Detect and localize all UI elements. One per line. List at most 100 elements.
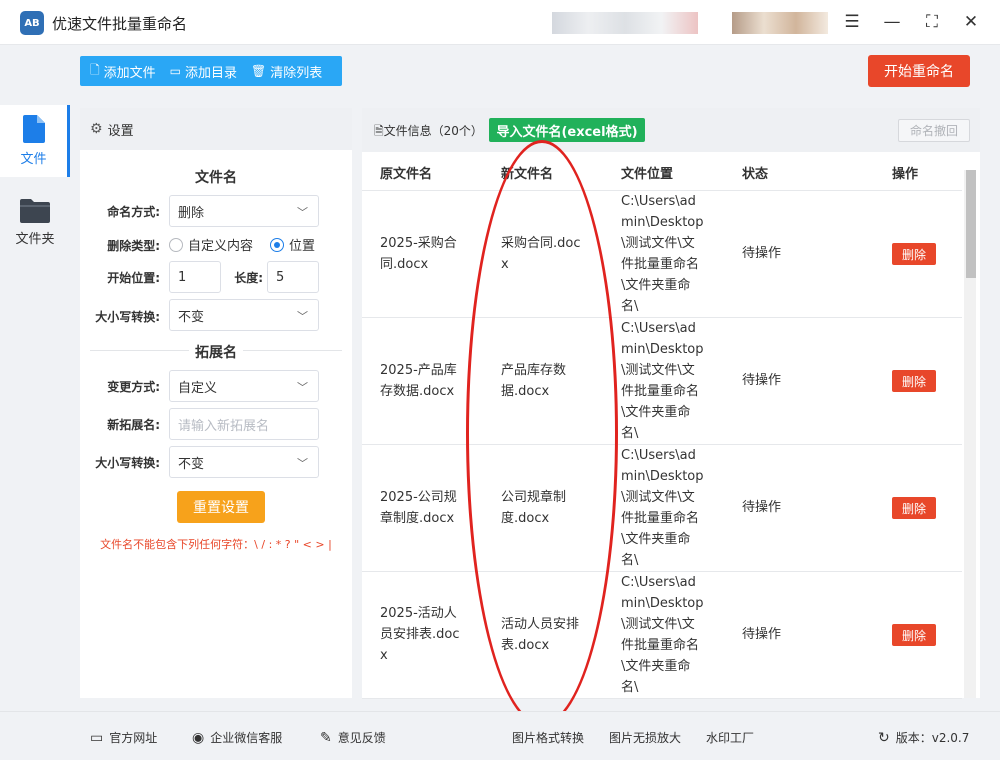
menu-icon[interactable]: ☰ [841, 11, 863, 33]
col-header-original: 原文件名 [380, 167, 433, 182]
case-convert-label: 大小写转换: [95, 310, 160, 324]
case-convert-value: 不变 [178, 309, 205, 325]
title-bar: AB 优速文件批量重命名 ☰ — ⛶ ✕ [0, 0, 1000, 45]
original-name: 2025-活动人 员安排表.doc x [380, 606, 460, 663]
close-icon[interactable]: ✕ [960, 11, 982, 33]
left-nav: 文件 文件夹 [0, 46, 70, 708]
extension-section-title: 拓展名 [80, 342, 352, 362]
add-file-icon: 🗋 [90, 62, 100, 77]
file-list-header: 🗎文件信息（20个） 导入文件名(excel格式) 命名撤回 [362, 108, 980, 152]
col-header-new: 新文件名 [501, 167, 554, 182]
change-mode-value: 自定义 [178, 380, 218, 396]
file-info-title: 🗎文件信息（20个） [374, 122, 483, 143]
nav-label-files: 文件 [20, 152, 47, 167]
feedback-label: 意见反馈 [337, 731, 386, 745]
chevron-down-icon: ﹀ [297, 457, 308, 470]
invalid-chars-warning: 文件名不能包含下列任何字符：\ / : * ? " < > | [100, 538, 332, 551]
start-position-input[interactable]: 1 [169, 261, 221, 293]
scrollbar-thumb[interactable] [966, 170, 976, 278]
wechat-icon: ◉ [192, 729, 205, 746]
reset-settings-button[interactable]: 重置设置 [177, 491, 265, 523]
table-row: 2025-活动人 员安排表.doc x 活动人员安排 表.docx C:\Users\… [362, 572, 962, 699]
feedback-icon: ✎ [320, 729, 332, 746]
official-website-link[interactable]: ▭ 官方网址 [90, 729, 157, 746]
table-row: 2025-产品库 存数据.docx 产品库存数 据.docx C:\Users\ad… [362, 318, 962, 445]
maximize-icon[interactable]: ⛶ [921, 11, 943, 33]
website-label: 官方网址 [109, 731, 158, 745]
add-dir-button[interactable]: ▭ 添加目录 [163, 56, 244, 86]
ext-case-convert-select[interactable]: 不变 ﹀ [169, 446, 319, 478]
new-name: 公司规章制 度.docx [501, 490, 567, 526]
extension-section-label: 拓展名 [189, 345, 243, 361]
delete-row-button[interactable]: 删除 [892, 243, 936, 265]
col-header-location: 文件位置 [621, 167, 674, 182]
nav-item-files[interactable]: 文件 [0, 105, 70, 177]
settings-title: 设置 [107, 123, 134, 139]
file-info-label: 文件信息（20个） [383, 124, 483, 138]
delete-row-button[interactable]: 删除 [892, 370, 936, 392]
naming-mode-label: 命名方式: [107, 205, 160, 219]
radio-custom-content[interactable]: 自定义内容 [169, 235, 253, 254]
radio-selected-icon [270, 237, 284, 252]
website-icon: ▭ [90, 729, 104, 746]
image-enlarge-label: 图片无损放大 [609, 731, 682, 745]
status-text: 待操作 [742, 627, 782, 642]
nav-item-folders[interactable]: 文件夹 [0, 187, 70, 259]
change-mode-select[interactable]: 自定义 ﹀ [169, 370, 319, 402]
settings-header: ⚙ 设置 [80, 108, 352, 150]
file-list-panel: 🗎文件信息（20个） 导入文件名(excel格式) 命名撤回 原文件名 新文件名… [362, 108, 980, 699]
length-input[interactable]: 5 [267, 261, 319, 293]
change-mode-label: 变更方式: [107, 380, 160, 394]
col-header-status: 状态 [742, 167, 769, 182]
naming-mode-select[interactable]: 删除 ﹀ [169, 195, 319, 227]
col-header-action: 操作 [892, 167, 919, 182]
length-label: 长度: [234, 271, 263, 285]
vertical-scrollbar[interactable] [964, 170, 976, 698]
delete-type-label: 删除类型: [107, 239, 160, 253]
ext-case-convert-label: 大小写转换: [95, 456, 160, 470]
status-text: 待操作 [742, 500, 782, 515]
import-filenames-button[interactable]: 导入文件名(excel格式) [489, 118, 645, 142]
app-logo-icon: AB [20, 11, 44, 35]
add-file-label: 添加文件 [103, 65, 156, 81]
chevron-down-icon: ﹀ [297, 310, 308, 323]
settings-panel: ⚙ 设置 文件名 命名方式: 删除 ﹀ 删除类型: 自定义内容 位置 开始位置:… [80, 108, 352, 698]
watermark-factory-label: 水印工厂 [706, 731, 755, 745]
delete-row-button[interactable]: 删除 [892, 497, 936, 519]
version-label: 版本：v2.0.7 [895, 731, 970, 745]
new-name: 产品库存数 据.docx [501, 363, 567, 399]
add-dir-label: 添加目录 [185, 65, 238, 81]
clear-list-label: 清除列表 [270, 65, 323, 81]
wechat-label: 企业微信客服 [210, 731, 283, 745]
version-info[interactable]: ↻ 版本：v2.0.7 [878, 729, 969, 746]
case-convert-select[interactable]: 不变 ﹀ [169, 299, 319, 331]
minimize-icon[interactable]: — [881, 11, 903, 33]
trash-icon: 🗑 [251, 64, 267, 78]
undo-rename-button[interactable]: 命名撤回 [898, 119, 970, 142]
clear-list-button[interactable]: 🗑 清除列表 [244, 56, 329, 86]
image-format-convert-label: 图片格式转换 [512, 731, 585, 745]
table-row: 2025-采购合 同.docx 采购合同.doc x C:\Users\ad min\… [362, 191, 962, 318]
toolbar: 🗋 添加文件 ▭ 添加目录 🗑 清除列表 [80, 56, 342, 86]
refresh-icon: ↻ [878, 729, 890, 746]
original-name: 2025-产品库 存数据.docx [380, 363, 457, 399]
status-text: 待操作 [742, 246, 782, 261]
chevron-down-icon: ﹀ [297, 381, 308, 394]
naming-mode-value: 删除 [178, 205, 205, 221]
original-name: 2025-公司规 章制度.docx [380, 490, 457, 526]
add-file-button[interactable]: 🗋 添加文件 [80, 56, 163, 86]
radio-position-label: 位置 [289, 239, 316, 254]
image-format-convert-link[interactable]: 图片格式转换 [512, 729, 584, 746]
new-extension-input[interactable]: 请输入新拓展名 [169, 408, 319, 440]
watermark-factory-link[interactable]: 水印工厂 [706, 729, 754, 746]
radio-position[interactable]: 位置 [270, 235, 315, 254]
start-rename-button[interactable]: 开始重命名 [868, 55, 970, 87]
new-extension-label: 新拓展名: [107, 418, 160, 432]
nav-label-folders: 文件夹 [15, 232, 55, 247]
image-enlarge-link[interactable]: 图片无损放大 [609, 729, 681, 746]
wechat-support-link[interactable]: ◉ 企业微信客服 [192, 729, 282, 746]
file-location: C:\Users\ad min\Desktop \测试文件\文 件批量重命名 \文件夹重… [621, 321, 704, 441]
feedback-link[interactable]: ✎ 意见反馈 [320, 729, 386, 746]
ext-case-convert-value: 不变 [178, 456, 205, 472]
delete-row-button[interactable]: 删除 [892, 624, 936, 646]
